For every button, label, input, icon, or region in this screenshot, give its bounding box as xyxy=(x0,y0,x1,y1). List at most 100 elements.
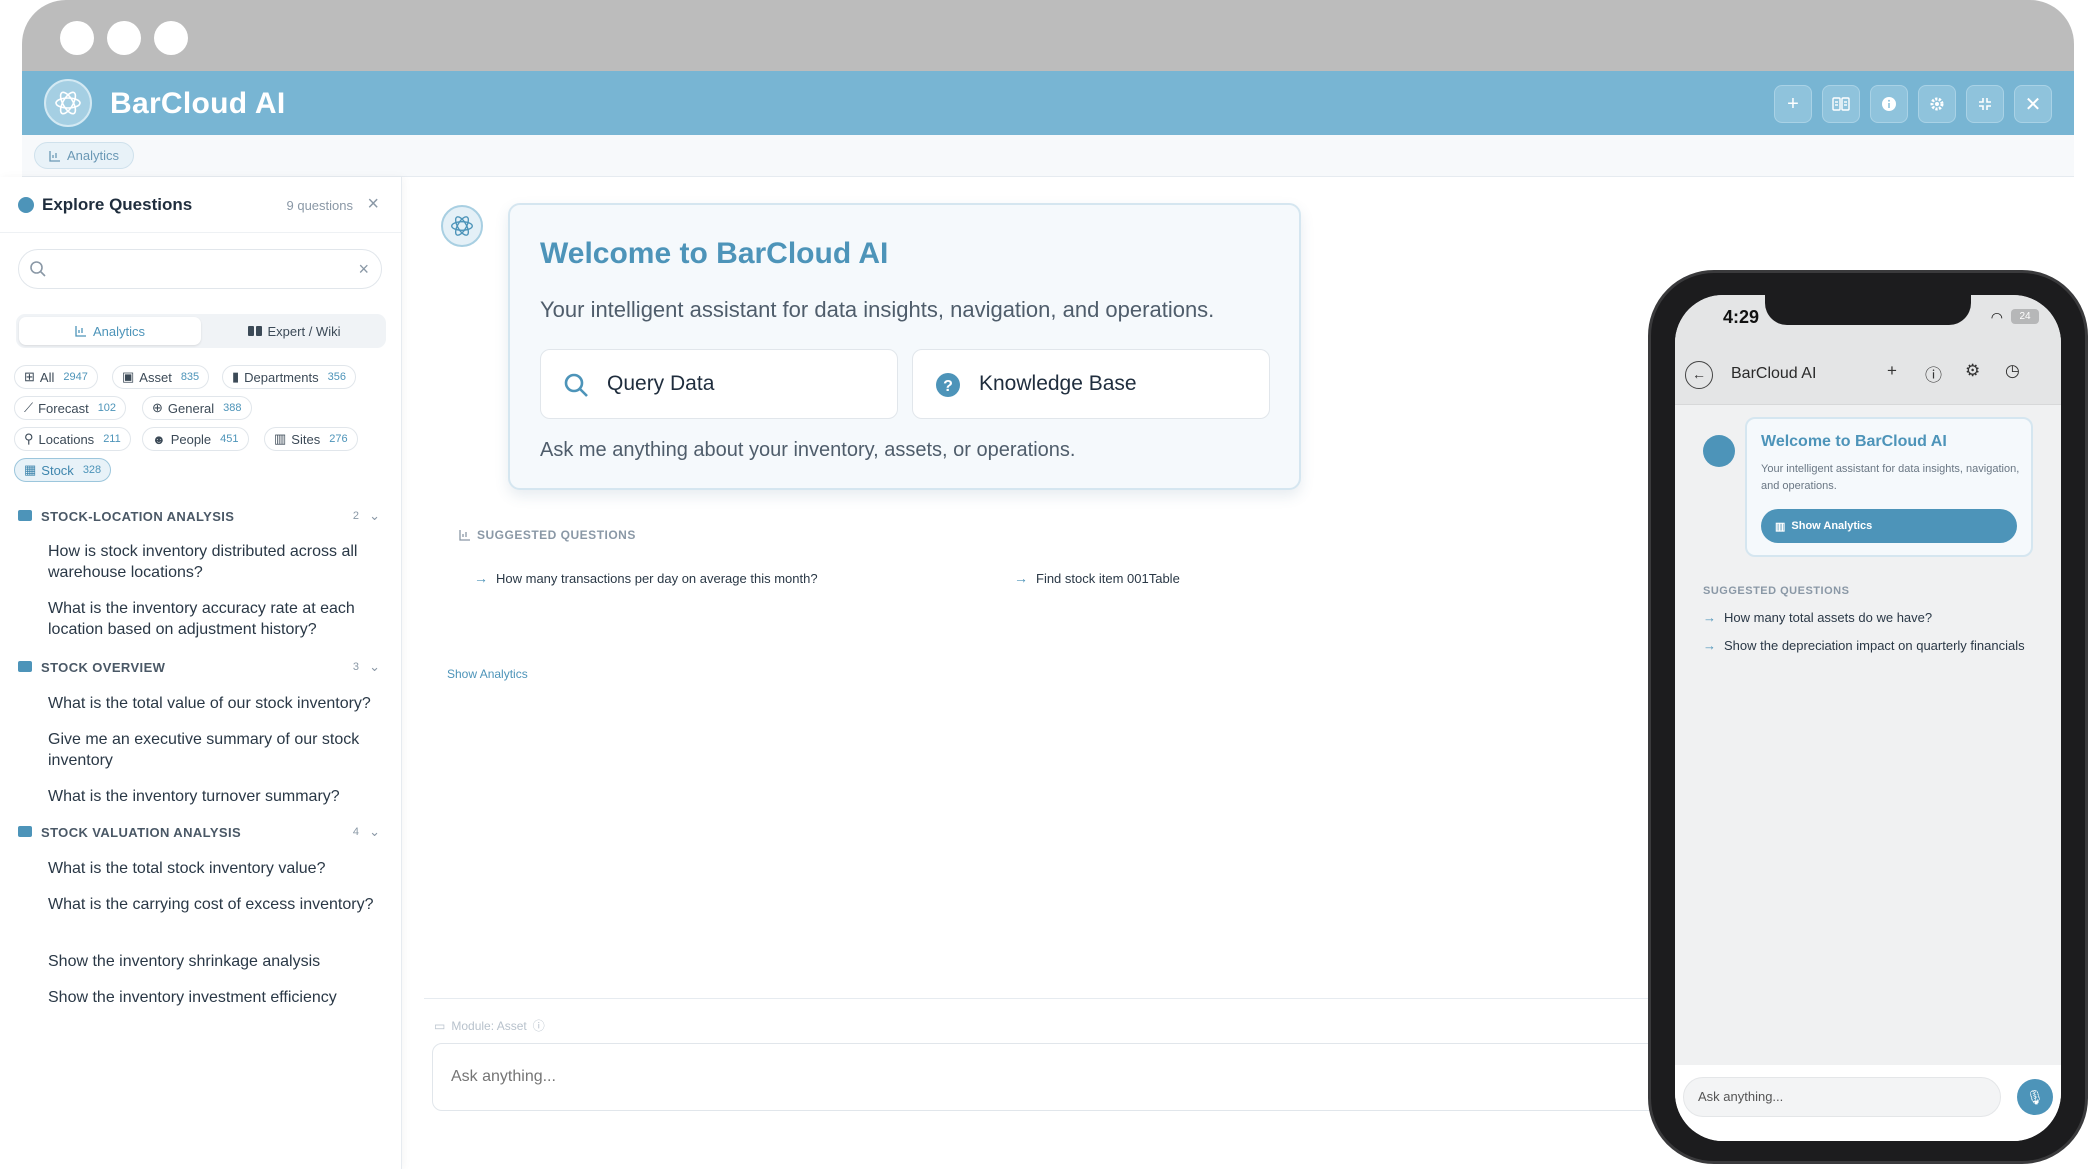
module-label: Module: Asset xyxy=(451,1018,527,1033)
clock-icon[interactable]: ◷ xyxy=(2005,361,2020,381)
phone-suggested-question[interactable]: → How many total assets do we have? xyxy=(1703,609,2033,626)
info-icon[interactable]: ⓘ xyxy=(1925,361,1942,386)
show-analytics-button[interactable]: ▥ Show Analytics xyxy=(1761,509,2017,543)
chevron-down-icon: ⌄ xyxy=(369,508,380,523)
city-icon: ▥ xyxy=(274,431,287,446)
chevron-down-icon: ⌄ xyxy=(369,824,380,839)
explore-search[interactable]: × xyxy=(18,249,382,289)
chat-input[interactable] xyxy=(432,1043,1672,1111)
clear-icon[interactable]: × xyxy=(358,259,369,280)
breadcrumb-label: Analytics xyxy=(67,148,120,163)
module-indicator: ▭ Module: Asset ⓘ xyxy=(434,1017,545,1034)
microphone-icon[interactable]: 🎙 xyxy=(2017,1079,2053,1115)
chip-all[interactable]: ⊞ All 2947 xyxy=(14,365,98,389)
collapse-button[interactable] xyxy=(1966,85,2004,123)
knowledge-base-label: Knowledge Base xyxy=(979,372,1137,395)
question-item[interactable]: What is the carrying cost of excess inve… xyxy=(48,894,388,915)
phone-suggested-question[interactable]: → Show the depreciation impact on quarte… xyxy=(1703,637,2033,654)
question-item[interactable]: What is the total value of our stock inv… xyxy=(48,693,388,714)
question-item[interactable]: How is stock inventory distributed acros… xyxy=(48,541,388,583)
query-data-label: Query Data xyxy=(607,372,715,395)
info-button[interactable] xyxy=(1870,85,1908,123)
help-icon: ? xyxy=(936,373,960,397)
folder-icon xyxy=(18,826,32,837)
category-stock-overview[interactable]: STOCK OVERVIEW 3 ⌄ xyxy=(18,657,384,679)
question-item[interactable]: Show the inventory shrinkage analysis xyxy=(48,951,388,972)
chip-general[interactable]: ⊕ General 388 xyxy=(142,396,252,420)
chart-icon: ▥ xyxy=(1775,520,1786,533)
chip-locations[interactable]: ⚲ Locations 211 xyxy=(14,427,131,451)
tab-analytics[interactable]: Analytics xyxy=(19,317,201,345)
question-count: 9 questions xyxy=(286,198,354,213)
chip-asset[interactable]: ▣ Asset 835 xyxy=(112,365,210,389)
back-icon[interactable]: ← xyxy=(1685,361,1713,389)
chip-people[interactable]: ☻ People 451 xyxy=(142,427,249,451)
question-item[interactable]: What is the inventory turnover summary? xyxy=(48,786,388,807)
phone-time: 4:29 xyxy=(1723,307,1760,327)
category-stock-location-analysis[interactable]: STOCK-LOCATION ANALYSIS 2 ⌄ xyxy=(18,506,384,528)
chip-count: 2947 xyxy=(63,371,88,383)
category-label: STOCK VALUATION ANALYSIS xyxy=(41,825,242,840)
category-stock-valuation-analysis[interactable]: STOCK VALUATION ANALYSIS 4 ⌄ xyxy=(18,822,384,844)
question-item[interactable]: What is the inventory accuracy rate at e… xyxy=(48,598,388,640)
svg-text:?: ? xyxy=(943,378,953,395)
battery-icon: 24 xyxy=(2011,309,2039,324)
phone-question-text: Show the depreciation impact on quarterl… xyxy=(1724,638,2025,653)
phone-composer: Ask anything... 🎙 xyxy=(1675,1065,2061,1141)
trend-icon: ⟋ xyxy=(24,400,34,415)
window-minimize-dot[interactable] xyxy=(107,21,141,55)
question-item[interactable]: Show the inventory investment efficiency xyxy=(48,987,388,1008)
chip-count: 276 xyxy=(329,433,348,445)
explore-title: Explore Questions xyxy=(42,195,193,214)
suggested-heading: SUGGESTED QUESTIONS xyxy=(459,528,636,542)
chip-count: 835 xyxy=(180,371,200,383)
chart-icon xyxy=(75,326,86,337)
plus-icon[interactable]: + xyxy=(1887,361,1897,381)
collapse-icon xyxy=(1979,98,1991,110)
info-icon[interactable]: ⓘ xyxy=(533,1017,545,1034)
window-zoom-dot[interactable] xyxy=(154,21,188,55)
close-icon[interactable]: × xyxy=(367,193,379,216)
tab-expert-wiki[interactable]: Expert / Wiki xyxy=(205,317,383,345)
suggested-question[interactable]: → How many transactions per day on avera… xyxy=(474,570,818,586)
breadcrumb-analytics[interactable]: Analytics xyxy=(34,142,135,169)
chip-count: 211 xyxy=(103,433,121,445)
settings-button[interactable] xyxy=(1918,85,1956,123)
phone-status-bar: 4:29 ◠ 24 xyxy=(1675,295,2061,345)
question-item[interactable]: What is the total stock inventory value? xyxy=(48,858,388,879)
show-analytics-link[interactable]: Show Analytics xyxy=(447,667,528,681)
phone-welcome-subtitle: Your intelligent assistant for data insi… xyxy=(1761,463,2020,492)
chip-label: General xyxy=(167,400,215,416)
knowledge-button[interactable] xyxy=(1822,85,1860,123)
welcome-footer: Ask me anything about your inventory, as… xyxy=(540,439,1076,461)
gear-icon xyxy=(1930,97,1944,111)
gear-icon[interactable]: ⚙ xyxy=(1965,361,1980,381)
chart-icon xyxy=(49,150,60,162)
phone-mockup: 4:29 ◠ 24 ← BarCloud AI + ⓘ ⚙ ◷ Welcome … xyxy=(1648,270,2088,1164)
chip-count: 102 xyxy=(97,402,117,414)
window-close-dot[interactable] xyxy=(60,21,94,55)
analytics-avatar-icon xyxy=(1703,435,1735,467)
search-icon xyxy=(30,261,46,277)
suggested-question[interactable]: → Find stock item 001Table xyxy=(1014,570,1180,586)
chip-label: Sites xyxy=(291,431,321,447)
header-actions: + ✕ xyxy=(1774,85,2052,123)
book-icon xyxy=(1832,97,1850,111)
category-label: STOCK OVERVIEW xyxy=(41,660,166,675)
query-data-card[interactable]: Query Data xyxy=(540,349,898,419)
new-chat-button[interactable]: + xyxy=(1774,85,1812,123)
info-icon xyxy=(1882,97,1896,111)
breadcrumb-bar: Analytics xyxy=(22,135,2074,177)
chip-departments[interactable]: ▮ Departments 356 xyxy=(222,365,356,389)
chip-sites[interactable]: ▥ Sites 276 xyxy=(264,427,358,451)
chip-stock[interactable]: ▦ Stock 328 xyxy=(14,458,112,482)
folder-icon xyxy=(18,510,32,521)
plus-icon: + xyxy=(1787,92,1799,115)
phone-title: BarCloud AI xyxy=(1731,365,1817,382)
chip-label: Forecast xyxy=(38,400,89,416)
close-button[interactable]: ✕ xyxy=(2014,85,2052,123)
knowledge-base-card[interactable]: ? Knowledge Base xyxy=(912,349,1270,419)
chip-forecast[interactable]: ⟋ Forecast 102 xyxy=(14,396,127,420)
question-item[interactable]: Give me an executive summary of our stoc… xyxy=(48,729,388,771)
phone-chat-input[interactable]: Ask anything... xyxy=(1683,1077,2001,1117)
